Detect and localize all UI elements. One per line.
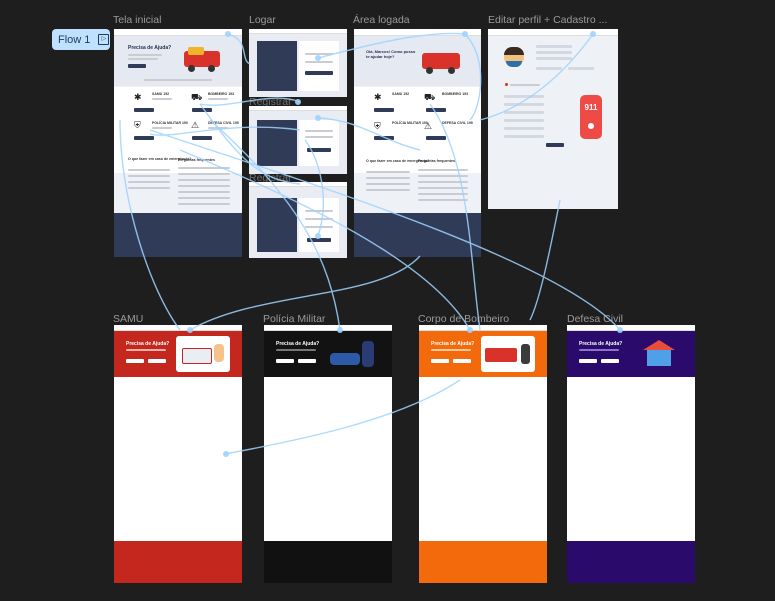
fire-truck-icon: ⛟ <box>191 92 203 102</box>
screen-editar-perfil[interactable]: 911 <box>488 29 618 209</box>
flow-play-icon[interactable]: ▷ <box>98 34 110 45</box>
policia-button[interactable] <box>134 136 154 140</box>
shield-icon: ⛨ <box>374 121 381 131</box>
bombeiros-hero-title: Precisa de Ajuda? <box>431 341 475 347</box>
phone-number: 911 <box>584 103 598 112</box>
bombeiros-call-button[interactable] <box>431 359 449 363</box>
ambulance-illustration <box>176 336 230 372</box>
policia-footer <box>264 541 392 583</box>
policia-location-button[interactable] <box>298 359 316 363</box>
frame-label-samu[interactable]: SAMU <box>113 313 143 325</box>
house-illustration <box>639 336 681 372</box>
samu-call-button[interactable] <box>126 359 144 363</box>
screen-tela-inicial[interactable]: Precisa de Ajuda? ✱ SAMU 192 ⛟ BOMBEIRO … <box>114 29 242 257</box>
footer <box>114 213 242 257</box>
defesa-card-title: DEFESA CIVIL 199 <box>442 121 473 125</box>
defesa-hero-title: Precisa de Ajuda? <box>579 341 623 347</box>
login-button[interactable] <box>305 71 333 75</box>
samu-hero-title: Precisa de Ajuda? <box>126 341 170 347</box>
hero-illustration <box>180 41 226 75</box>
defesa-location-button[interactable] <box>601 359 619 363</box>
defesa-footer <box>567 541 695 583</box>
bombeiros-footer <box>419 541 547 583</box>
samu-card-title: SAMU 192 <box>152 92 170 96</box>
register-button[interactable] <box>307 148 331 152</box>
frame-label-logar[interactable]: Logar <box>249 14 276 26</box>
faq-title: Perguntas frequentes <box>418 159 455 163</box>
frame-label-area-logada[interactable]: Área logada <box>353 14 410 26</box>
samu-card-title: SAMU 192 <box>392 92 410 96</box>
bombeiros-button[interactable] <box>426 108 446 112</box>
fire-truck-illustration <box>481 336 535 372</box>
warning-icon: ⚠ <box>424 121 433 131</box>
screen-registrar[interactable] <box>249 106 347 174</box>
faq-title: Perguntas frequentes <box>178 158 215 162</box>
greeting-title: Olá, Marcos! Como posso te ajudar hoje? <box>366 49 416 59</box>
policia-call-button[interactable] <box>276 359 294 363</box>
warning-icon: ⚠ <box>191 120 200 130</box>
screen-corpo-bombeiros[interactable]: Precisa de Ajuda? <box>419 325 547 583</box>
frame-label-defesa-civil[interactable]: Defesa Civil <box>567 313 623 325</box>
samu-button[interactable] <box>134 108 154 112</box>
hero-button[interactable] <box>128 64 146 68</box>
bombeiros-card-title: BOMBEIRO 193 <box>208 92 235 96</box>
save-button[interactable] <box>546 143 564 147</box>
policia-button[interactable] <box>374 136 394 140</box>
asterisk-icon: ✱ <box>374 92 382 102</box>
samu-footer <box>114 541 242 583</box>
bombeiros-card-title: BOMBEIRO 193 <box>442 92 469 96</box>
policia-card-title: POLÍCIA MILITAR 190 <box>392 121 428 125</box>
police-illustration <box>330 339 380 371</box>
screen-samu[interactable]: Precisa de Ajuda? <box>114 325 242 583</box>
avatar[interactable] <box>504 47 524 67</box>
flow-label: Flow 1 <box>58 33 91 46</box>
frame-label-editar-perfil[interactable]: Editar perfil + Cadastro ... <box>488 14 607 26</box>
defesa-button[interactable] <box>426 136 446 140</box>
samu-location-button[interactable] <box>148 359 166 363</box>
fire-truck-icon: ⛟ <box>424 92 436 102</box>
phone-illustration: 911 <box>580 95 602 139</box>
samu-button[interactable] <box>374 108 394 112</box>
frame-label-policia-militar[interactable]: Polícia Militar <box>263 313 325 325</box>
policia-hero-title: Precisa de Ajuda? <box>276 341 320 347</box>
policia-card-title: POLÍCIA MILITAR 190 <box>152 121 188 125</box>
asterisk-icon: ✱ <box>134 92 142 102</box>
defesa-card-title: DEFESA CIVIL 199 <box>208 121 239 125</box>
screen-logar[interactable] <box>249 29 347 97</box>
create-account-button[interactable] <box>307 238 331 242</box>
defesa-button[interactable] <box>192 136 212 140</box>
hero-title: Precisa de Ajuda? <box>128 45 172 51</box>
flow-badge[interactable]: Flow 1 ▷ <box>52 29 110 50</box>
screen-policia-militar[interactable]: Precisa de Ajuda? <box>264 325 392 583</box>
hero-illustration <box>420 43 466 77</box>
screen-registrar-2[interactable] <box>249 182 347 258</box>
footer <box>354 213 481 257</box>
defesa-call-button[interactable] <box>579 359 597 363</box>
screen-defesa-civil[interactable]: Precisa de Ajuda? <box>567 325 695 583</box>
frame-label-tela-inicial[interactable]: Tela inicial <box>113 14 161 26</box>
top-nav <box>114 29 242 36</box>
bombeiros-location-button[interactable] <box>453 359 471 363</box>
bombeiros-button[interactable] <box>192 108 212 112</box>
shield-icon: ⛨ <box>134 120 141 130</box>
screen-area-logada[interactable]: Olá, Marcos! Como posso te ajudar hoje? … <box>354 29 481 257</box>
frame-label-corpo-bombeiros[interactable]: Corpo de Bombeiro <box>418 313 509 325</box>
